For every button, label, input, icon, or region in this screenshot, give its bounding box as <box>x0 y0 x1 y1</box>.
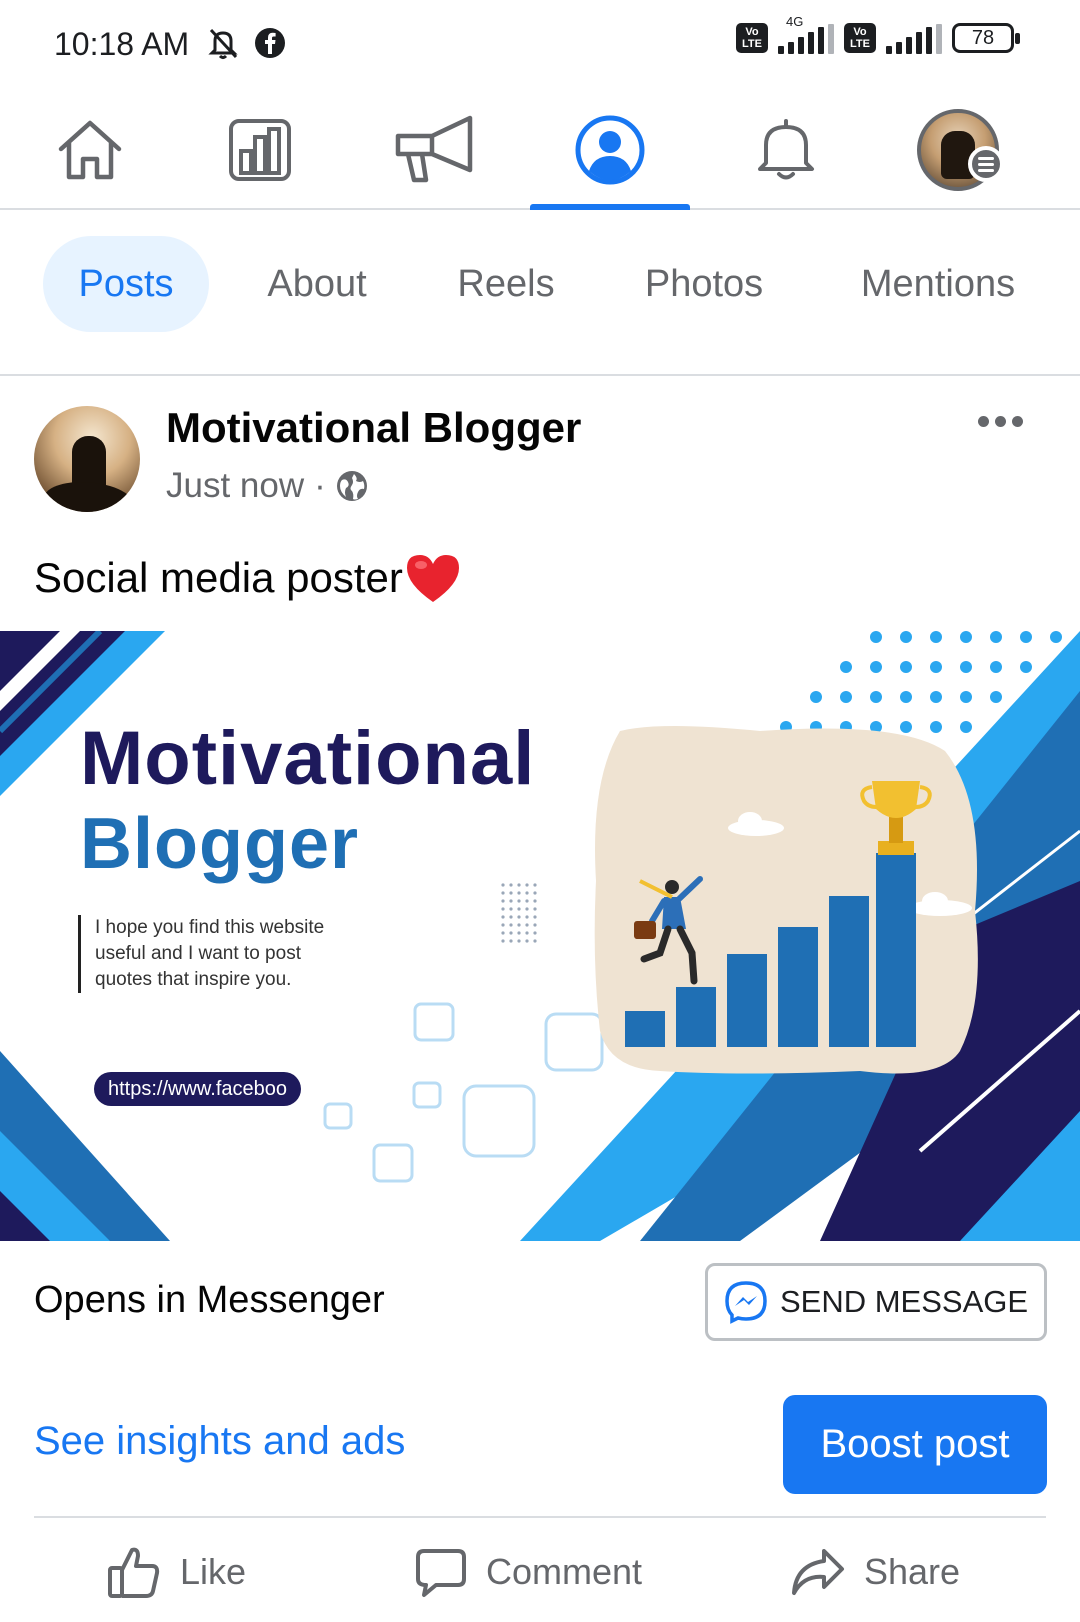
comment-button[interactable]: Comment <box>414 1534 642 1610</box>
like-icon <box>108 1547 160 1598</box>
messenger-icon <box>725 1281 767 1324</box>
nav-home[interactable] <box>10 92 170 208</box>
author-name[interactable]: Motivational Blogger <box>166 404 581 452</box>
like-label: Like <box>180 1551 247 1592</box>
share-label: Share <box>864 1551 961 1592</box>
meta-separator: · <box>314 466 326 505</box>
send-message-button[interactable]: SEND MESSAGE <box>705 1263 1047 1341</box>
megaphone-icon <box>395 115 473 183</box>
poster-title-line1: Motivational <box>80 716 536 801</box>
post-text: Social media poster <box>34 552 461 604</box>
see-insights-link[interactable]: See insights and ads <box>34 1419 405 1464</box>
tab-about[interactable]: About <box>236 236 398 332</box>
poster-description: I hope you find this website useful and … <box>78 915 358 993</box>
divider <box>34 1516 1046 1518</box>
profile-tabs: Posts About Reels Photos Mentions <box>0 212 1080 376</box>
more-options-button[interactable] <box>970 406 1030 436</box>
nav-insights[interactable] <box>180 92 340 208</box>
menu-icon <box>968 146 1004 182</box>
profile-icon <box>575 115 645 185</box>
cta-row: Opens in Messenger SEND MESSAGE <box>0 1241 1080 1381</box>
network-tag: 4G <box>786 14 804 29</box>
insights-row: See insights and ads Boost post <box>0 1393 1080 1499</box>
send-message-label: SEND MESSAGE <box>779 1284 1029 1319</box>
signal-icon-2 <box>886 22 942 54</box>
nav-ads[interactable] <box>356 92 516 208</box>
post-image[interactable]: Motivational Blogger I hope you find thi… <box>0 631 1080 1241</box>
tab-posts[interactable]: Posts <box>43 236 209 332</box>
post-actions: Like Comment Share <box>0 1522 1080 1622</box>
poster-url: https://www.faceboo <box>94 1072 301 1106</box>
status-bar: 10:18 AM Vo LTE 4G Vo LTE 78 <box>0 0 1080 92</box>
comment-icon <box>416 1549 466 1597</box>
bell-off-icon <box>208 28 238 59</box>
globe-icon <box>336 471 367 501</box>
share-icon <box>792 1549 844 1595</box>
volte-icon: Vo LTE <box>736 23 768 53</box>
insights-icon <box>229 119 291 181</box>
home-icon <box>58 120 122 180</box>
nav-notifications[interactable] <box>706 92 866 208</box>
post-meta: Just now · <box>166 466 368 506</box>
nav-profile[interactable] <box>530 92 690 210</box>
bell-icon <box>758 119 814 180</box>
nav-menu[interactable] <box>878 92 1038 208</box>
tab-mentions[interactable]: Mentions <box>830 236 1046 332</box>
poster-title-line2: Blogger <box>80 804 360 884</box>
top-navigation <box>0 92 1080 210</box>
boost-post-button[interactable]: Boost post <box>783 1395 1047 1494</box>
signal-icon-1: 4G <box>778 14 834 54</box>
author-avatar[interactable] <box>34 406 140 512</box>
volte-icon-2: Vo LTE <box>844 23 876 53</box>
facebook-icon <box>255 28 285 58</box>
post-time[interactable]: Just now <box>166 466 304 506</box>
tab-reels[interactable]: Reels <box>430 236 582 332</box>
post-caption: Social media poster <box>34 554 403 601</box>
like-button[interactable]: Like <box>106 1534 246 1610</box>
cta-label: Opens in Messenger <box>34 1279 385 1321</box>
status-time: 10:18 AM <box>54 26 190 62</box>
tab-photos[interactable]: Photos <box>616 236 792 332</box>
battery-icon: 78 <box>952 23 1020 53</box>
post-header: Motivational Blogger Just now · <box>0 376 1080 516</box>
share-button[interactable]: Share <box>790 1534 960 1610</box>
heart-emoji-icon <box>406 555 459 602</box>
comment-label: Comment <box>486 1551 643 1592</box>
